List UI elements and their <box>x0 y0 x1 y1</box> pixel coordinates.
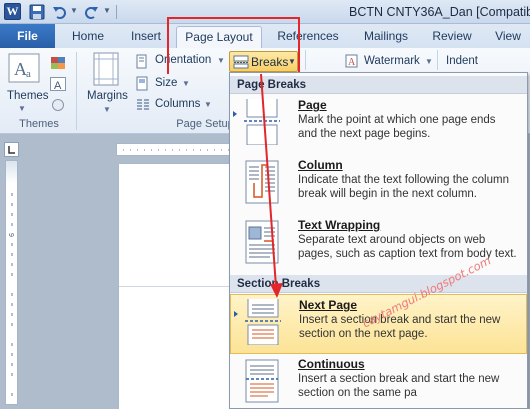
left-tab-icon <box>8 146 15 154</box>
qat-separator <box>116 5 117 19</box>
theme-colors-icon[interactable] <box>50 56 66 70</box>
menu-item-title: Page <box>298 98 327 112</box>
svg-text:A: A <box>54 80 62 91</box>
size-icon[interactable] <box>136 76 150 91</box>
customize-qat-icon[interactable]: ▼ <box>103 6 111 15</box>
vertical-ruler[interactable]: 9 <box>5 160 18 405</box>
theme-fonts-icon[interactable]: A <box>50 77 66 91</box>
group-separator <box>305 50 306 70</box>
indent-label: Indent <box>446 55 478 67</box>
section-breaks-header: Section Breaks <box>230 275 527 293</box>
menu-item-column[interactable]: Column Indicate that the text following … <box>230 155 527 215</box>
svg-text:9: 9 <box>7 233 14 237</box>
themes-group-label: Themes <box>19 118 59 130</box>
group-separator <box>437 50 438 70</box>
page-break-icon <box>244 99 280 145</box>
columns-dropdown-icon[interactable]: ▼ <box>204 100 212 109</box>
themes-icon[interactable]: A a <box>8 53 40 83</box>
columns-icon[interactable] <box>136 97 150 112</box>
tab-insert[interactable]: Insert <box>121 26 171 48</box>
tab-review[interactable]: Review <box>426 26 478 48</box>
group-separator <box>76 52 77 130</box>
redo-icon[interactable] <box>83 4 99 20</box>
themes-dropdown-icon[interactable]: ▼ <box>18 104 26 113</box>
selected-indicator-icon <box>234 311 238 317</box>
watermark-button[interactable]: Watermark <box>364 55 420 67</box>
svg-text:a: a <box>26 68 31 80</box>
menu-item-title: Column <box>298 158 343 172</box>
watermark-dropdown-icon[interactable]: ▼ <box>425 57 433 66</box>
size-dropdown-icon[interactable]: ▼ <box>182 79 190 88</box>
margins-button[interactable]: Margins <box>87 90 128 102</box>
margins-icon[interactable] <box>93 52 119 86</box>
window-title: BCTN CNTY36A_Dan [Compatibili <box>349 5 530 19</box>
theme-effects-icon[interactable] <box>50 98 66 112</box>
menu-item-description: Separate text around objects on web page… <box>298 234 517 260</box>
horizontal-ruler[interactable] <box>116 143 236 156</box>
undo-icon[interactable] <box>52 4 68 20</box>
tab-highlight-box <box>167 17 300 74</box>
orientation-icon[interactable] <box>136 54 150 69</box>
undo-dropdown-icon[interactable]: ▼ <box>70 6 78 15</box>
tab-home[interactable]: Home <box>64 26 112 48</box>
continuous-break-icon <box>245 359 279 403</box>
selected-indicator-icon <box>233 111 237 117</box>
themes-button[interactable]: Themes <box>7 90 49 102</box>
watermark-icon[interactable]: A <box>345 54 359 68</box>
tab-mailings[interactable]: Mailings <box>352 26 420 48</box>
menu-item-title: Continuous <box>298 357 365 371</box>
menu-item-page[interactable]: Page Mark the point at which one page en… <box>230 95 527 155</box>
tab-view[interactable]: View <box>486 26 530 48</box>
text-wrapping-break-icon <box>245 220 279 264</box>
margins-dropdown-icon[interactable]: ▼ <box>103 105 111 114</box>
column-break-icon <box>245 160 279 204</box>
size-button[interactable]: Size <box>155 77 177 89</box>
tab-selector[interactable] <box>4 142 19 157</box>
columns-button[interactable]: Columns <box>155 98 200 110</box>
word-app-icon[interactable]: W <box>4 3 21 20</box>
document-page[interactable] <box>119 164 231 409</box>
menu-item-title: Next Page <box>299 298 358 312</box>
menu-item-description: Insert a section break and start the new… <box>298 373 500 399</box>
menu-item-title: Text Wrapping <box>298 218 381 232</box>
breaks-menu: Page Breaks Page Mark the point at which… <box>229 72 528 409</box>
menu-item-description: Mark the point at which one page ends an… <box>298 114 496 140</box>
page-breaks-header: Page Breaks <box>230 76 527 94</box>
svg-text:A: A <box>348 57 356 68</box>
next-page-break-icon <box>245 299 281 345</box>
menu-item-continuous[interactable]: Continuous Insert a section break and st… <box>230 354 527 408</box>
menu-item-description: Insert a section break and start the new… <box>299 314 501 340</box>
tab-file[interactable]: File <box>0 24 55 48</box>
page-boundary <box>119 286 231 287</box>
menu-item-description: Indicate that the text following the col… <box>298 174 509 200</box>
save-icon[interactable] <box>29 4 45 20</box>
